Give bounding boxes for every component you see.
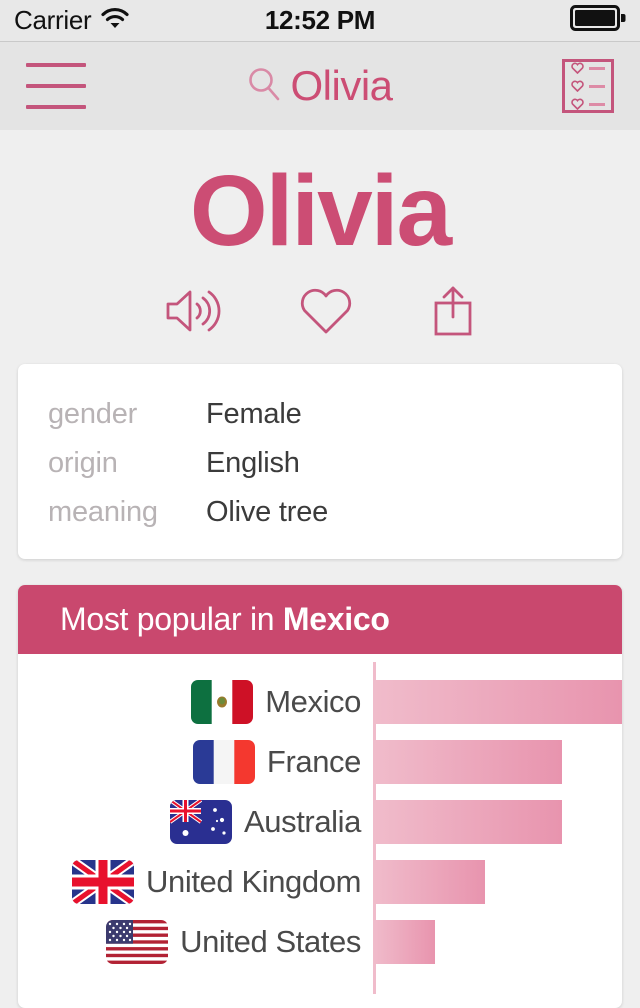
- chart-row-label: Mexico: [18, 680, 373, 724]
- name-hero-section: Olivia: [0, 130, 640, 338]
- country-name: United States: [180, 924, 361, 959]
- share-icon[interactable]: [428, 284, 478, 338]
- carrier-label: Carrier: [14, 5, 92, 35]
- search-field[interactable]: Olivia: [0, 65, 640, 107]
- popularity-header-country: Mexico: [282, 601, 390, 637]
- status-bar: Carrier 12:52 PM: [0, 0, 640, 42]
- chart-bar-track: [373, 912, 622, 972]
- info-row: gender Female: [18, 390, 622, 439]
- favorites-row: [571, 98, 605, 110]
- favorites-line: [589, 66, 605, 70]
- country-name: Mexico: [265, 684, 361, 719]
- favorites-row: [571, 80, 605, 92]
- chart-row: France: [18, 732, 622, 792]
- heart-icon: [571, 98, 584, 110]
- chart-bar-track: [373, 852, 622, 912]
- chart-row-label: Australia: [18, 800, 373, 844]
- chart-bar-track: [373, 672, 622, 732]
- page-title: Olivia: [189, 155, 452, 267]
- popularity-header-prefix: Most popular in: [60, 601, 283, 637]
- chart-bar-track: [373, 732, 622, 792]
- chart-bar: [373, 860, 486, 904]
- status-bar-left: Carrier: [14, 5, 130, 36]
- popularity-card: Most popular in Mexico Mexico France Aus…: [18, 585, 622, 1008]
- country-name: France: [266, 744, 361, 779]
- flag-united-kingdom: [72, 860, 135, 904]
- favorites-list-icon[interactable]: [562, 59, 614, 113]
- hamburger-line: [26, 63, 86, 67]
- name-info-card: gender Female origin English meaning Oli…: [18, 364, 622, 559]
- favorites-line: [589, 84, 605, 88]
- info-value: Olive tree: [206, 496, 329, 528]
- flag-australia: [169, 800, 232, 844]
- chart-row-label: United States: [18, 920, 373, 964]
- search-query-text: Olivia: [290, 62, 393, 109]
- chart-bar-track: [373, 792, 622, 852]
- heart-icon: [571, 62, 584, 74]
- battery-full-icon: [570, 5, 626, 36]
- info-value: Female: [206, 398, 302, 430]
- chart-row-label: United Kingdom: [18, 860, 373, 904]
- info-label: gender: [48, 398, 138, 430]
- heart-icon: [571, 80, 584, 92]
- chart-bar: [373, 920, 436, 964]
- status-bar-right: [570, 5, 626, 36]
- popularity-card-header: Most popular in Mexico: [18, 585, 622, 654]
- favorites-line: [589, 102, 605, 106]
- chart-row: Australia: [18, 792, 622, 852]
- info-row: origin English: [18, 439, 622, 488]
- info-value: English: [206, 447, 300, 479]
- info-label: meaning: [48, 496, 158, 528]
- hamburger-menu-icon[interactable]: [26, 63, 86, 109]
- chart-bar: [373, 680, 622, 724]
- favorites-row: [571, 62, 605, 74]
- chart-row: United Kingdom: [18, 852, 622, 912]
- country-name: Australia: [243, 804, 361, 839]
- country-name: United Kingdom: [146, 864, 361, 899]
- info-row: meaning Olive tree: [18, 488, 622, 537]
- info-label: origin: [48, 447, 118, 479]
- chart-row: United States: [18, 912, 622, 972]
- heart-favorite-icon[interactable]: [298, 285, 354, 337]
- hamburger-line: [26, 105, 86, 109]
- flag-mexico: [191, 680, 254, 724]
- chart-bar: [373, 800, 563, 844]
- flag-united-states: [106, 920, 169, 964]
- hamburger-line: [26, 84, 86, 88]
- action-icon-row: [0, 284, 640, 338]
- navigation-bar: Olivia: [0, 42, 640, 130]
- chart-bar: [373, 740, 563, 784]
- popularity-bar-chart: Mexico France Australia United Kingdom U…: [18, 654, 622, 1008]
- chart-row: Mexico: [18, 672, 622, 732]
- chart-row-label: France: [18, 740, 373, 784]
- search-icon: [247, 66, 281, 107]
- flag-france: [192, 740, 255, 784]
- speaker-pronounce-icon[interactable]: [162, 285, 224, 337]
- wifi-icon: [100, 7, 130, 34]
